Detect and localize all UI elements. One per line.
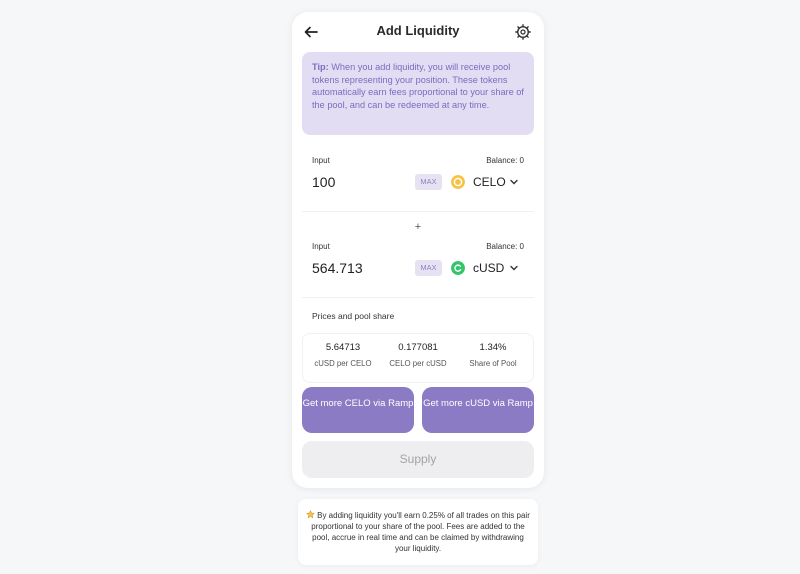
token-name: CELO [473,175,506,189]
price-item: 5.64713 cUSD per CELO [305,342,381,368]
price-value: 0.177081 [398,342,438,353]
prices-box: 5.64713 cUSD per CELO 0.177081 CELO per … [302,333,534,383]
celo-token-icon [451,175,465,189]
balance-label: Balance: 0 [486,156,524,165]
cusd-token-icon [451,261,465,275]
input-panel-cusd: Input Balance: 0 MAX cUSD [302,236,534,298]
gear-icon[interactable] [514,23,532,41]
tip-label: Tip: [312,62,329,72]
tip-box: Tip: When you add liquidity, you will re… [302,52,534,135]
chevron-down-icon [510,179,518,185]
get-celo-ramp-button[interactable]: Get more CELO via Ramp [302,387,414,433]
price-item: 0.177081 CELO per cUSD [380,342,456,368]
price-value: 5.64713 [325,342,361,353]
supply-button[interactable]: Supply [302,441,534,478]
price-item: 1.34% Share of Pool [455,342,531,368]
amount-input-cusd[interactable] [312,260,412,276]
price-label: CELO per cUSD [389,359,447,368]
note-text: By adding liquidity you'll earn 0.25% of… [311,511,530,553]
balance-label: Balance: 0 [486,242,524,251]
prices-title: Prices and pool share [312,311,395,321]
price-label: Share of Pool [469,359,517,368]
plus-icon: + [414,221,422,233]
max-button[interactable]: MAX [415,260,442,276]
token-select-cusd[interactable]: cUSD [451,259,531,277]
tip-text: When you add liquidity, you will receive… [312,62,524,110]
star-icon [306,510,316,519]
header: Add Liquidity [292,12,544,52]
token-select-celo[interactable]: CELO [451,173,531,191]
max-button[interactable]: MAX [415,174,442,190]
amount-input-celo[interactable] [312,174,412,190]
input-label: Input [312,156,330,165]
input-label: Input [312,242,330,251]
add-liquidity-card: Add Liquidity Tip: When you add liquidit… [292,12,544,488]
fees-note: By adding liquidity you'll earn 0.25% of… [298,499,538,565]
chevron-down-icon [510,265,518,271]
token-name: cUSD [473,261,505,275]
price-label: cUSD per CELO [314,359,372,368]
input-panel-celo: Input Balance: 0 MAX CELO [302,150,534,212]
get-cusd-ramp-button[interactable]: Get more cUSD via Ramp [422,387,534,433]
price-value: 1.34% [479,342,507,353]
page-title: Add Liquidity [376,23,460,38]
